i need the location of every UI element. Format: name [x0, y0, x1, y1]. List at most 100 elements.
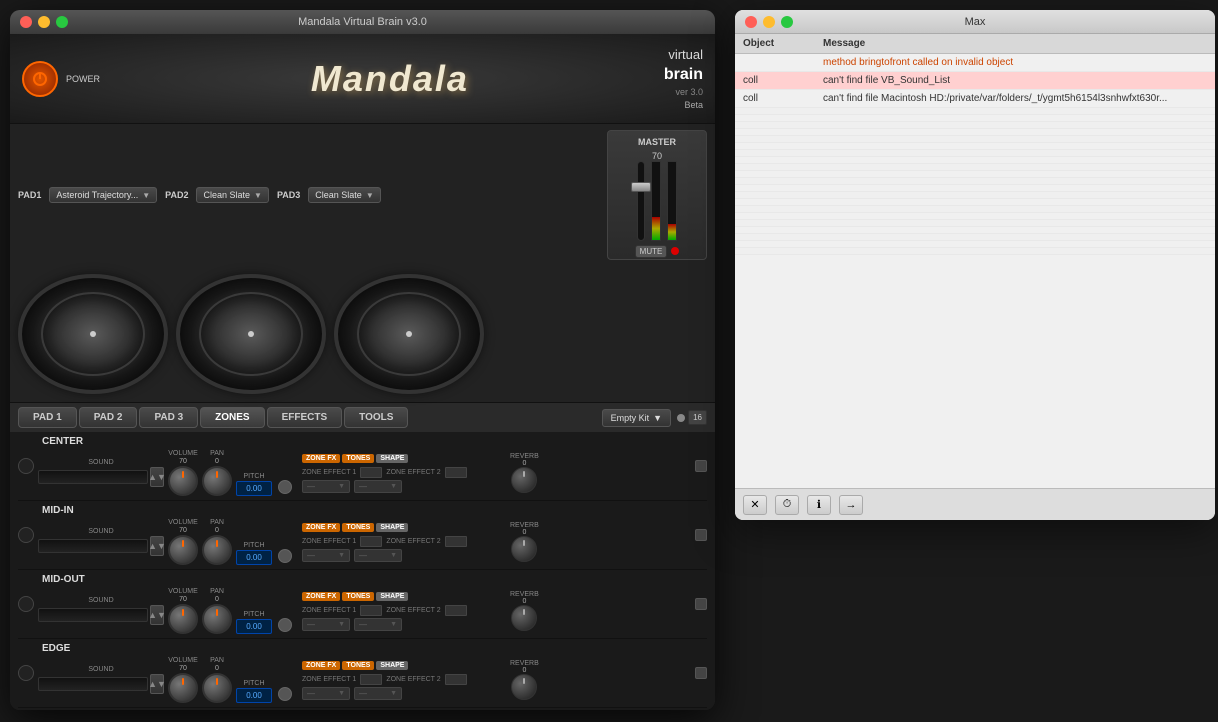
zone-midout-vol-label: VOLUME: [168, 588, 198, 595]
zone-midin-tones-tag: TONES: [342, 523, 374, 532]
zone-center-controls: SOUND ▲▼ VOLUME 70 PAN: [38, 450, 691, 496]
zone-edge-fx-tags: ZONE FX TONES SHAPE: [302, 661, 502, 670]
zone-midin-right-btn[interactable]: [695, 529, 707, 541]
zone-midout-eff2-toggle[interactable]: [445, 605, 467, 616]
zone-edge-eff1-toggle[interactable]: [360, 674, 382, 685]
zone-center-fx: ZONE FX TONES SHAPE ZONE EFFECT 1 ZONE E…: [302, 454, 502, 493]
drum-pad-2[interactable]: [176, 274, 326, 394]
zone-midout-pitch-val: 0.00: [236, 619, 272, 634]
zone-midout-eff1-drop[interactable]: —▼: [302, 618, 350, 631]
zone-midout-fx-row1: ZONE EFFECT 1 ZONE EFFECT 2: [302, 605, 502, 616]
zone-center-vol-knob[interactable]: [168, 466, 198, 496]
zone-midin-toggle[interactable]: [18, 527, 34, 543]
zone-midout-toggle[interactable]: [18, 596, 34, 612]
zone-edge-vpp: VOLUME 70 PAN 0 PITCH 0.00: [168, 657, 292, 703]
zone-midout-eff2-drop[interactable]: —▼: [354, 618, 402, 631]
zone-midin-eff2-label: ZONE EFFECT 2: [386, 538, 440, 545]
zone-midout-fx-tags: ZONE FX TONES SHAPE: [302, 592, 502, 601]
zone-midout-reverb-knob[interactable]: [511, 605, 537, 631]
maximize-button[interactable]: [56, 16, 68, 28]
zone-edge-eff2-toggle[interactable]: [445, 674, 467, 685]
zone-midout-sound-arrows[interactable]: ▲▼: [150, 605, 164, 625]
zone-midin-eff1-drop[interactable]: —▼: [302, 549, 350, 562]
zone-edge-fx-row2: —▼ —▼: [302, 687, 502, 700]
zone-edge-s-knob[interactable]: [278, 687, 292, 701]
zone-center-eff2-drop[interactable]: —▼: [354, 480, 402, 493]
zone-row-center: CENTER SOUND ▲▼ VOLUME 70: [18, 432, 707, 501]
zone-center-toggle[interactable]: [18, 458, 34, 474]
max-maximize-button[interactable]: [781, 16, 793, 28]
tab-pad2[interactable]: PAD 2: [79, 407, 138, 428]
max-msg-row-20: [735, 227, 1215, 234]
tab-tools[interactable]: TOOLS: [344, 407, 408, 428]
max-msg-row-10: [735, 157, 1215, 164]
zone-edge-vol-knob[interactable]: [168, 673, 198, 703]
max-msg-row-2: coll can't find file Macintosh HD:/priva…: [735, 90, 1215, 108]
zone-midout-eff1-toggle[interactable]: [360, 605, 382, 616]
zone-midout-sound-slider[interactable]: [38, 608, 148, 622]
zone-midout-reverb-label: REVERB: [510, 591, 539, 598]
tab-zones[interactable]: ZONES: [200, 407, 264, 428]
zone-edge-eff1-drop[interactable]: —▼: [302, 687, 350, 700]
close-button[interactable]: [20, 16, 32, 28]
zone-edge-right-btn[interactable]: [695, 667, 707, 679]
zone-center-pan-knob[interactable]: [202, 466, 232, 496]
kit-selector[interactable]: Empty Kit ▼: [602, 409, 671, 427]
max-clear-button[interactable]: ✕: [743, 495, 767, 515]
zone-midin-reverb-label: REVERB: [510, 522, 539, 529]
zone-midin-reverb-knob[interactable]: [511, 536, 537, 562]
zone-center-eff1-drop[interactable]: —▼: [302, 480, 350, 493]
zone-midout-s-knob[interactable]: [278, 618, 292, 632]
drum-pad-1[interactable]: [18, 274, 168, 394]
master-fader-thumb[interactable]: [631, 182, 651, 192]
vu-meter-left: [651, 161, 661, 241]
zone-center-s-knob[interactable]: [278, 480, 292, 494]
zone-midin-pan-knob[interactable]: [202, 535, 232, 565]
max-info-button[interactable]: ℹ: [807, 495, 831, 515]
pad2-selector[interactable]: Clean Slate ▼: [196, 187, 268, 203]
zone-midout-right-btn[interactable]: [695, 598, 707, 610]
vb-brain: brain: [664, 64, 703, 86]
max-minimize-button[interactable]: [763, 16, 775, 28]
zone-edge-sound-arrows[interactable]: ▲▼: [150, 674, 164, 694]
zone-center-reverb-knob[interactable]: [511, 467, 537, 493]
zone-center-sound-arrows[interactable]: ▲▼: [150, 467, 164, 487]
zone-edge-toggle[interactable]: [18, 665, 34, 681]
zone-midin-eff2-toggle[interactable]: [445, 536, 467, 547]
mute-button[interactable]: MUTE: [635, 245, 668, 258]
max-arrow-button[interactable]: →: [839, 495, 863, 515]
minimize-button[interactable]: [38, 16, 50, 28]
max-msg-row-8: [735, 143, 1215, 150]
master-fader-track[interactable]: [637, 161, 645, 241]
zone-midin-sound-slider[interactable]: [38, 539, 148, 553]
vu-meter-right: [667, 161, 677, 241]
zone-midin-vol-knob[interactable]: [168, 535, 198, 565]
tab-pad1[interactable]: PAD 1: [18, 407, 77, 428]
pad3-selector[interactable]: Clean Slate ▼: [308, 187, 380, 203]
zone-midout-pan-knob[interactable]: [202, 604, 232, 634]
zone-midin-eff1-toggle[interactable]: [360, 536, 382, 547]
drum-pad-3[interactable]: [334, 274, 484, 394]
zone-midin-shape-tag: SHAPE: [376, 523, 408, 532]
zone-midin-eff2-drop[interactable]: —▼: [354, 549, 402, 562]
max-time-button[interactable]: ⏱: [775, 495, 799, 515]
zone-edge-reverb-knob[interactable]: [511, 674, 537, 700]
zone-edge-sound-slider[interactable]: [38, 677, 148, 691]
pad1-selector[interactable]: Asteroid Trajectory... ▼: [49, 187, 157, 203]
zone-midin-eff1-label: ZONE EFFECT 1: [302, 538, 356, 545]
zone-center-sound-slider[interactable]: [38, 470, 148, 484]
zone-edge-eff2-drop[interactable]: —▼: [354, 687, 402, 700]
zones-panel: CENTER SOUND ▲▼ VOLUME 70: [10, 432, 715, 710]
tab-pad3[interactable]: PAD 3: [139, 407, 198, 428]
zone-midin-sound-arrows[interactable]: ▲▼: [150, 536, 164, 556]
zone-edge-fx-tag: ZONE FX: [302, 661, 340, 670]
zone-edge-pan-knob[interactable]: [202, 673, 232, 703]
zone-center-eff1-toggle[interactable]: [360, 467, 382, 478]
zone-center-right-btn[interactable]: [695, 460, 707, 472]
zone-midin-s-knob[interactable]: [278, 549, 292, 563]
zone-center-eff2-toggle[interactable]: [445, 467, 467, 478]
max-close-button[interactable]: [745, 16, 757, 28]
tab-effects[interactable]: EFFECTS: [267, 407, 343, 428]
zone-midout-vol-knob[interactable]: [168, 604, 198, 634]
power-button[interactable]: [22, 61, 58, 97]
